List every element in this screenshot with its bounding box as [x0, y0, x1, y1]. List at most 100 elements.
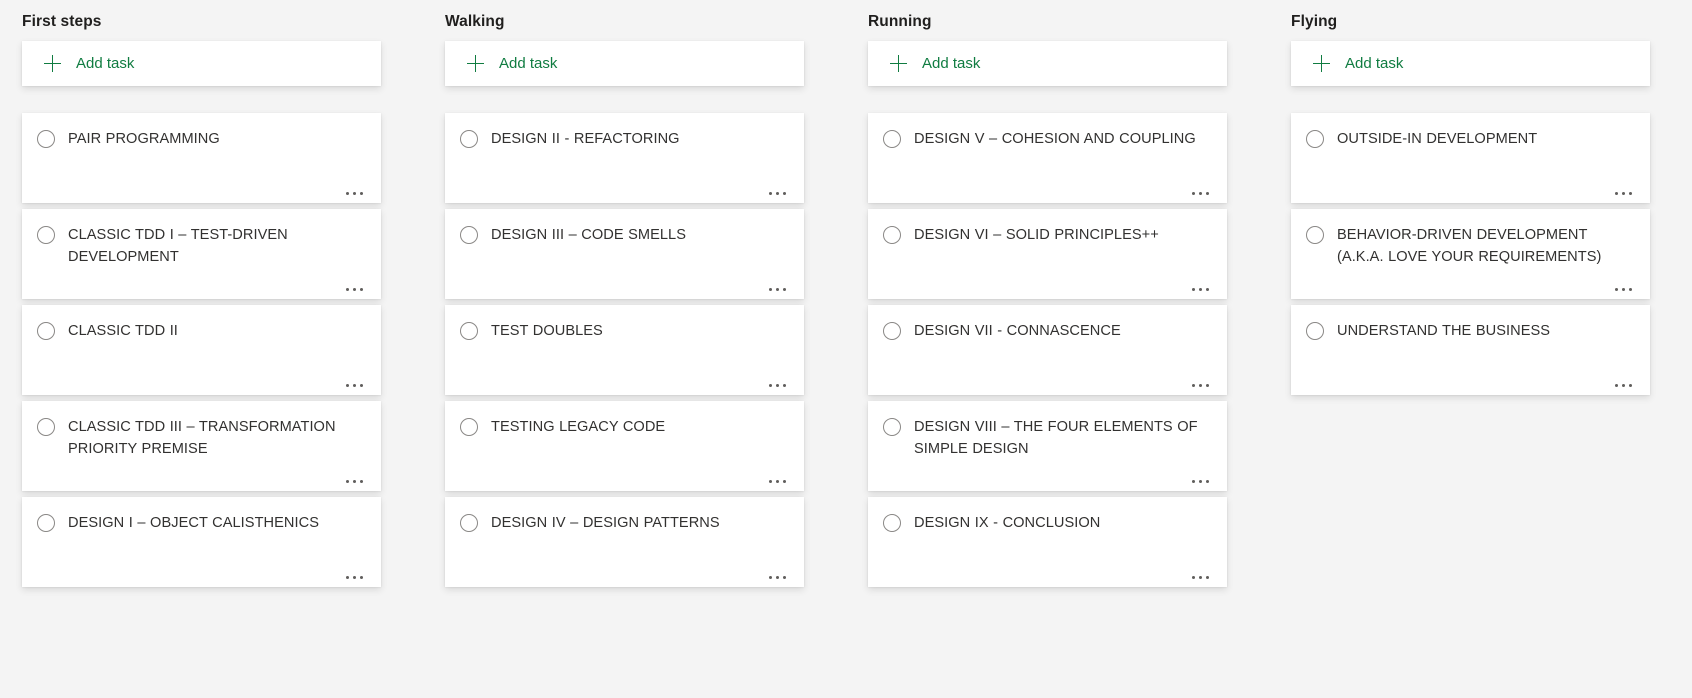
circle-checkbox-icon[interactable]: [883, 130, 901, 148]
circle-checkbox-icon[interactable]: [460, 226, 478, 244]
task-card[interactable]: DESIGN II - REFACTORING: [445, 113, 804, 203]
task-card-header: DESIGN V – COHESION AND COUPLING: [883, 129, 1213, 151]
ellipsis-icon[interactable]: [1188, 478, 1213, 485]
ellipsis-icon[interactable]: [1188, 574, 1213, 581]
task-title: DESIGN VI – SOLID PRINCIPLES++: [914, 227, 1159, 243]
circle-checkbox-icon[interactable]: [37, 130, 55, 148]
task-card-header: TESTING LEGACY CODE: [460, 417, 790, 439]
task-title: DESIGN V – COHESION AND COUPLING: [914, 131, 1196, 147]
task-card-header: CLASSIC TDD I – TEST-DRIVEN DEVELOPMENT: [37, 225, 367, 268]
circle-checkbox-icon[interactable]: [460, 514, 478, 532]
task-title: DESIGN VII - CONNASCENCE: [914, 323, 1121, 339]
bucket-title[interactable]: First steps: [22, 8, 381, 41]
task-title: DESIGN VIII – THE FOUR ELEMENTS OF SIMPL…: [914, 419, 1198, 457]
task-card-footer: [883, 370, 1213, 389]
circle-checkbox-icon[interactable]: [1306, 130, 1324, 148]
circle-checkbox-icon[interactable]: [883, 322, 901, 340]
task-card-list: PAIR PROGRAMMING CLASSIC TDD I – TEST-DRI…: [22, 113, 381, 593]
task-card[interactable]: DESIGN IV – DESIGN PATTERNS: [445, 497, 804, 587]
circle-checkbox-icon[interactable]: [460, 418, 478, 436]
kanban-board: First steps Add task PAIR PROGRAMMING CLASS…: [0, 0, 1692, 698]
circle-checkbox-icon[interactable]: [37, 226, 55, 244]
circle-checkbox-icon[interactable]: [37, 514, 55, 532]
ellipsis-icon[interactable]: [342, 190, 367, 197]
ellipsis-icon[interactable]: [1188, 190, 1213, 197]
task-card[interactable]: BEHAVIOR-DRIVEN DEVELOPMENT (A.K.A. LOVE…: [1291, 209, 1650, 299]
task-card-footer: [37, 370, 367, 389]
ellipsis-icon[interactable]: [765, 478, 790, 485]
circle-checkbox-icon[interactable]: [883, 514, 901, 532]
add-task-label: Add task: [499, 54, 558, 72]
task-card-footer: [460, 562, 790, 581]
add-task-label: Add task: [922, 54, 981, 72]
task-card[interactable]: DESIGN IX - CONCLUSION: [868, 497, 1227, 587]
add-task-button[interactable]: Add task: [1291, 41, 1650, 86]
circle-checkbox-icon[interactable]: [460, 322, 478, 340]
task-card-header: DESIGN III – CODE SMELLS: [460, 225, 790, 247]
ellipsis-icon[interactable]: [1188, 286, 1213, 293]
ellipsis-icon[interactable]: [1188, 382, 1213, 389]
task-card-header: DESIGN IX - CONCLUSION: [883, 513, 1213, 535]
task-card-footer: [883, 178, 1213, 197]
task-card-footer: [460, 274, 790, 293]
circle-checkbox-icon[interactable]: [883, 418, 901, 436]
task-card-footer: [1306, 178, 1636, 197]
task-card-header: CLASSIC TDD II: [37, 321, 367, 343]
plus-icon: [890, 55, 907, 72]
task-title: TESTING LEGACY CODE: [491, 419, 666, 435]
ellipsis-icon[interactable]: [342, 382, 367, 389]
task-card-footer: [1306, 274, 1636, 293]
task-card-footer: [460, 466, 790, 485]
circle-checkbox-icon[interactable]: [460, 130, 478, 148]
task-card[interactable]: CLASSIC TDD III – TRANSFORMATION PRIORIT…: [22, 401, 381, 491]
task-title: BEHAVIOR-DRIVEN DEVELOPMENT (A.K.A. LOVE…: [1337, 227, 1602, 265]
ellipsis-icon[interactable]: [1611, 190, 1636, 197]
task-card[interactable]: PAIR PROGRAMMING: [22, 113, 381, 203]
task-card[interactable]: DESIGN I – OBJECT CALISTHENICS: [22, 497, 381, 587]
bucket-column: Walking Add task DESIGN II - REFACTORING DE…: [423, 8, 846, 698]
task-card[interactable]: TEST DOUBLES: [445, 305, 804, 395]
task-card-list: OUTSIDE-IN DEVELOPMENT BEHAVIOR-DRIVEN DE…: [1291, 113, 1650, 401]
circle-checkbox-icon[interactable]: [37, 322, 55, 340]
circle-checkbox-icon[interactable]: [37, 418, 55, 436]
ellipsis-icon[interactable]: [765, 286, 790, 293]
add-task-button[interactable]: Add task: [22, 41, 381, 86]
task-title: TEST DOUBLES: [491, 323, 603, 339]
task-card[interactable]: DESIGN VII - CONNASCENCE: [868, 305, 1227, 395]
ellipsis-icon[interactable]: [342, 574, 367, 581]
ellipsis-icon[interactable]: [765, 382, 790, 389]
bucket-title[interactable]: Running: [868, 8, 1227, 41]
task-card[interactable]: UNDERSTAND THE BUSINESS: [1291, 305, 1650, 395]
task-card[interactable]: OUTSIDE-IN DEVELOPMENT: [1291, 113, 1650, 203]
task-card-header: DESIGN VI – SOLID PRINCIPLES++: [883, 225, 1213, 247]
task-card[interactable]: CLASSIC TDD I – TEST-DRIVEN DEVELOPMENT: [22, 209, 381, 299]
bucket-title[interactable]: Flying: [1291, 8, 1650, 41]
ellipsis-icon[interactable]: [342, 286, 367, 293]
task-card-footer: [1306, 370, 1636, 389]
ellipsis-icon[interactable]: [1611, 382, 1636, 389]
bucket-title[interactable]: Walking: [445, 8, 804, 41]
ellipsis-icon[interactable]: [1611, 286, 1636, 293]
task-card[interactable]: DESIGN III – CODE SMELLS: [445, 209, 804, 299]
ellipsis-icon[interactable]: [765, 190, 790, 197]
plus-icon: [467, 55, 484, 72]
circle-checkbox-icon[interactable]: [1306, 226, 1324, 244]
task-card-footer: [883, 274, 1213, 293]
task-title: OUTSIDE-IN DEVELOPMENT: [1337, 131, 1538, 147]
task-card[interactable]: TESTING LEGACY CODE: [445, 401, 804, 491]
circle-checkbox-icon[interactable]: [883, 226, 901, 244]
task-card-header: CLASSIC TDD III – TRANSFORMATION PRIORIT…: [37, 417, 367, 460]
add-task-label: Add task: [76, 54, 135, 72]
add-task-button[interactable]: Add task: [868, 41, 1227, 86]
task-card[interactable]: DESIGN V – COHESION AND COUPLING: [868, 113, 1227, 203]
task-title: CLASSIC TDD III – TRANSFORMATION PRIORIT…: [68, 419, 336, 457]
task-card-footer: [460, 178, 790, 197]
task-card[interactable]: DESIGN VI – SOLID PRINCIPLES++: [868, 209, 1227, 299]
ellipsis-icon[interactable]: [342, 478, 367, 485]
circle-checkbox-icon[interactable]: [1306, 322, 1324, 340]
task-card[interactable]: DESIGN VIII – THE FOUR ELEMENTS OF SIMPL…: [868, 401, 1227, 491]
add-task-button[interactable]: Add task: [445, 41, 804, 86]
task-card[interactable]: CLASSIC TDD II: [22, 305, 381, 395]
ellipsis-icon[interactable]: [765, 574, 790, 581]
task-card-footer: [37, 466, 367, 485]
